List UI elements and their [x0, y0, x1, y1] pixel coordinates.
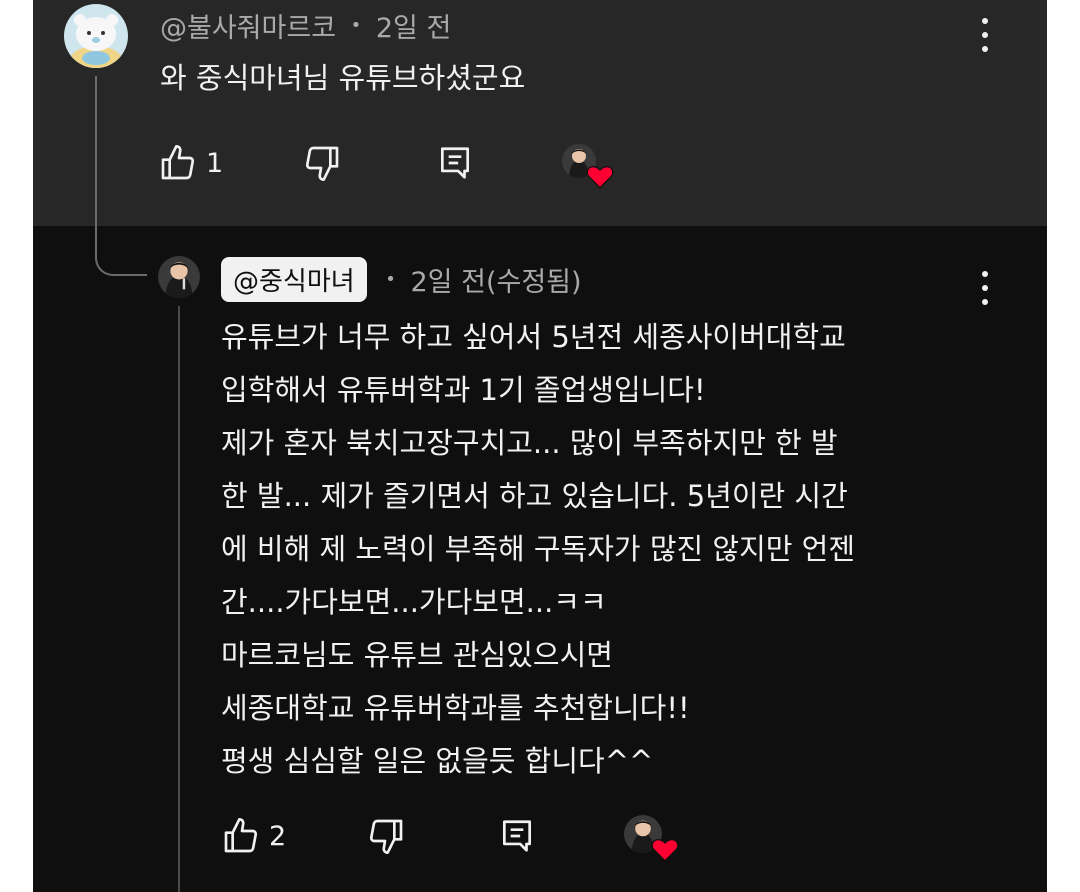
comment-author[interactable]: @불사줘마르코: [160, 13, 336, 44]
comment-meta: @불사줘마르코 • 2일 전: [160, 6, 451, 45]
reply-text: 유튜브가 너무 하고 싶어서 5년전 세종사이버대학교 입학해서 유튜버학과 1…: [221, 311, 855, 788]
reply-meta: @중식마녀 • 2일 전(수정됨): [221, 257, 582, 302]
comment-body: 와 중식마녀님 유튜브하셨군요: [160, 61, 526, 95]
reply-line: 유튜브가 너무 하고 싶어서 5년전 세종사이버대학교: [221, 320, 846, 354]
left-edge: [0, 0, 33, 892]
comment-dislike-button[interactable]: [302, 143, 342, 183]
dot-icon: [982, 271, 988, 277]
right-edge: [1047, 0, 1080, 892]
comment-time[interactable]: 2일 전: [376, 13, 451, 44]
reply-like-count: 2: [269, 820, 287, 852]
dot-icon: [982, 18, 988, 24]
thumb-up-icon: [161, 145, 195, 180]
commenter-avatar[interactable]: [64, 4, 128, 68]
reply-line: 제가 혼자 북치고장구치고... 많이 부족하지만 한 발: [221, 426, 838, 460]
comment-reply-button[interactable]: [436, 143, 474, 183]
comment-like-button[interactable]: 1: [158, 143, 223, 183]
reply-line: 간....가다보면...가다보면...ㅋㅋ: [221, 585, 607, 619]
comment-icon: [440, 147, 470, 179]
reply-more-button[interactable]: [973, 271, 997, 305]
creator-heart-icon: [586, 166, 614, 189]
meta-separator: •: [350, 15, 362, 36]
creator-avatar-icon: [158, 256, 200, 298]
thumb-down-icon: [369, 819, 403, 854]
dot-icon: [982, 285, 988, 291]
comment-more-button[interactable]: [973, 18, 997, 52]
thumb-down-icon: [305, 146, 339, 182]
dot-icon: [982, 299, 988, 305]
thumb-up-icon: [224, 818, 258, 853]
reply-line: 입학해서 유튜버학과 1기 졸업생입니다!: [221, 373, 706, 407]
creator-heart-icon: [651, 839, 679, 862]
comment-like-count: 1: [206, 147, 224, 179]
reply-line: 세종대학교 유튜버학과를 추천합니다!!: [221, 691, 690, 725]
reply-author[interactable]: @중식마녀: [221, 257, 367, 302]
reply-line: 에 비해 제 노력이 부족해 구독자가 많진 않지만 언젠: [221, 532, 856, 566]
meta-separator: •: [385, 269, 396, 290]
reply-line: 평생 심심할 일은 없을듯 합니다^^: [221, 744, 654, 778]
reply-line: 한 발... 제가 즐기면서 하고 있습니다. 5년이란 시간: [221, 479, 848, 513]
comment-text: 와 중식마녀님 유튜브하셨군요: [160, 52, 525, 104]
reply-dislike-button[interactable]: [366, 816, 406, 856]
bear-avatar-icon: [64, 4, 128, 68]
dot-icon: [982, 32, 988, 38]
thread-line: [178, 306, 180, 892]
reply-time[interactable]: 2일 전(수정됨): [411, 267, 582, 298]
replier-avatar[interactable]: [158, 256, 200, 298]
reply-line: 마르코님도 유튜브 관심있으시면: [221, 638, 613, 672]
comment-icon: [502, 820, 532, 852]
reply-like-button[interactable]: 2: [221, 816, 286, 856]
thread-connector: [95, 76, 147, 276]
reply-reply-button[interactable]: [498, 816, 536, 856]
dot-icon: [982, 46, 988, 52]
